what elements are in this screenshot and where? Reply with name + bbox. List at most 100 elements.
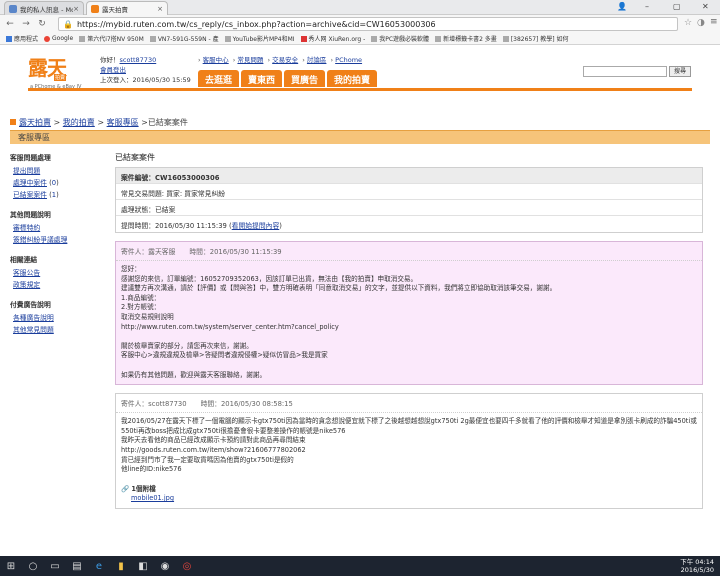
maximize-icon[interactable]: ▢ <box>673 2 681 11</box>
start-icon[interactable]: ⊞ <box>0 556 22 576</box>
attachment-block: 🔗 1個附檔 mobile01.jpg <box>121 484 175 503</box>
browser-tab-mobile01[interactable]: 我的私人訊息 - Mobile01 × <box>4 1 84 15</box>
main-tabs: 去逛逛 賣東西 買廣告 我的拍賣 <box>198 70 379 87</box>
page-icon <box>79 35 86 42</box>
extension-icon[interactable]: ◑ <box>697 18 705 28</box>
sidebar-item-announcements[interactable]: 客服公告 <box>13 269 40 277</box>
bookmark-item[interactable]: Google <box>44 35 73 42</box>
bookmark-item[interactable]: VN7-591G-559N - 產 <box>149 34 219 43</box>
folder-icon[interactable]: ▮ <box>110 556 132 576</box>
user-profile-icon[interactable]: 👤 <box>617 2 627 11</box>
main-panel: 已結案案件 案件編號：CW16053000306 常見交易問題: 買家: 買家常… <box>115 152 705 509</box>
sidebar: 客服問題處理 提出問題 處理中案件 (0) 已結案案件 (1) 其他問題說明 審… <box>10 152 108 336</box>
breadcrumb-service[interactable]: 客服專區 <box>107 118 139 127</box>
page-title: 已結案案件 <box>115 153 155 162</box>
sidebar-item-disputes[interactable]: 簽錯糾紛爭議處理 <box>13 236 67 244</box>
case-status: 處理狀態：已結案 <box>116 200 702 216</box>
case-info-table: 案件編號：CW16053000306 常見交易問題: 買家: 買家常見糾紛 處理… <box>115 167 703 233</box>
close-tab-icon[interactable]: × <box>73 5 79 13</box>
top-link-service[interactable]: 客服中心 <box>203 56 229 64</box>
bookmark-item[interactable]: YouTube影片MP4和MI <box>224 34 295 43</box>
search-button[interactable]: 搜尋 <box>669 66 691 77</box>
bookmark-item[interactable]: 第六代i7搭NV 950M <box>79 34 144 43</box>
breadcrumb-bullet-icon <box>10 119 16 125</box>
close-tab-icon[interactable]: × <box>157 5 163 13</box>
message-body: 我2016/05/27在露天下標了一個電腦的顯示卡gtx750ti因為當時的貪念… <box>121 417 697 503</box>
breadcrumb-my-auction[interactable]: 我的拍賣 <box>63 118 95 127</box>
sidebar-item-ask[interactable]: 提出問題 <box>13 167 40 175</box>
sidebar-group-title: 其他問題說明 <box>10 211 51 219</box>
message-body: 您好： 感謝您的來信，訂單編號：16052709352063，因該訂單已出貨，無… <box>121 265 557 379</box>
apps-icon <box>6 35 12 42</box>
store-icon[interactable]: ◧ <box>132 556 154 576</box>
bookmark-item[interactable]: 新增標籤卡書2 多畫 <box>435 34 497 43</box>
app-icon[interactable]: ◉ <box>154 556 176 576</box>
google-icon <box>44 35 51 42</box>
browser-navbar: ← → ↻ 🔒 https://mybid.ruten.com.tw/cs_re… <box>0 15 720 33</box>
address-bar[interactable]: 🔒 https://mybid.ruten.com.tw/cs_reply/cs… <box>58 17 678 31</box>
bookmark-item[interactable]: 我PC遊戲必裝軟體 <box>371 34 429 43</box>
sidebar-group-title: 相關連結 <box>10 256 38 264</box>
bookmark-item[interactable]: 秀人网 XiuRen.org - <box>300 34 365 43</box>
sidebar-item-processing[interactable]: 處理中案件 <box>13 179 47 187</box>
bookmarks-bar: 應用程式 Google 第六代i7搭NV 950M VN7-591G-559N … <box>0 33 720 45</box>
bookmark-star-icon[interactable]: ☆ <box>684 18 692 28</box>
message-header: 寄件人：露天客服 時間：2016/05/30 11:15:39 <box>116 242 702 261</box>
close-window-icon[interactable]: ✕ <box>702 2 709 11</box>
windows-taskbar: ⊞ ○ ▭ ▤ e ▮ ◧ ◉ ◎ 下午 04:14 2016/5/30 <box>0 556 720 576</box>
secure-lock-icon: 🔒 <box>63 19 73 29</box>
back-icon[interactable]: ← <box>4 19 16 29</box>
search-icon[interactable]: ○ <box>22 556 44 576</box>
sidebar-item-policy[interactable]: 政策規定 <box>13 281 40 289</box>
breadcrumb-root[interactable]: 露天拍賣 <box>19 118 51 127</box>
reload-icon[interactable]: ↻ <box>36 19 48 29</box>
xiuren-icon <box>300 35 307 42</box>
logout-link[interactable]: 會員登出 <box>100 66 126 74</box>
edge-icon[interactable]: e <box>88 556 110 576</box>
top-link-faq[interactable]: 常見問題 <box>237 56 263 64</box>
file-explorer-icon[interactable]: ▤ <box>66 556 88 576</box>
task-view-icon[interactable]: ▭ <box>44 556 66 576</box>
taskbar-clock[interactable]: 下午 04:14 2016/5/30 <box>680 558 714 574</box>
user-info: 你好！scott87730 會員登出 上次登入：2016/05/30 15:59 <box>100 56 191 84</box>
browser-tab-ruten[interactable]: 露天拍賣 × <box>86 1 168 15</box>
tab-sell[interactable]: 賣東西 <box>241 70 283 87</box>
sidebar-item-ads-info[interactable]: 各種廣告說明 <box>13 314 54 322</box>
breadcrumb: 露天拍賣 > 我的拍賣 > 客服專區 >已結案案件 <box>10 117 188 128</box>
top-links: › 客服中心 › 常見問題 › 交易安全 › 討論區 › PChome <box>198 56 363 64</box>
sidebar-item-terms[interactable]: 審標特約 <box>13 224 40 232</box>
message-user: 寄件人：scott87730 時間：2016/05/30 08:58:15 我20… <box>115 393 703 509</box>
sidebar-group-title: 付費廣告說明 <box>10 301 51 309</box>
top-link-pchome[interactable]: PChome <box>335 56 362 64</box>
message-header: 寄件人：scott87730 時間：2016/05/30 08:58:15 <box>116 394 702 414</box>
bookmark-item[interactable]: 應用程式 <box>6 34 38 43</box>
page-icon <box>371 35 378 42</box>
top-link-forum[interactable]: 討論區 <box>307 56 327 64</box>
page-icon <box>149 35 156 42</box>
view-original-link[interactable]: 看開始提問內容 <box>232 222 280 230</box>
forward-icon[interactable]: → <box>20 19 32 29</box>
attachment-link[interactable]: mobile01.jpg <box>131 494 174 502</box>
case-submit-time: 提問時間：2016/05/30 11:15:39 (看開始提問內容) <box>121 222 282 230</box>
chrome-menu-icon[interactable]: ≡ <box>710 17 718 27</box>
message-service-reply: 寄件人：露天客服 時間：2016/05/30 11:15:39 您好： 感謝您的來… <box>115 241 703 386</box>
username-link[interactable]: scott87730 <box>120 56 157 64</box>
top-link-safety[interactable]: 交易安全 <box>272 56 298 64</box>
ruten-logo[interactable]: 露天 拍賣 a PChome & eBay JV <box>28 52 81 92</box>
search-input[interactable] <box>583 66 667 77</box>
sidebar-item-other-faq[interactable]: 其他常見問題 <box>13 326 54 334</box>
minimize-icon[interactable]: – <box>645 2 649 11</box>
sidebar-item-closed[interactable]: 已結案案件 <box>13 191 47 199</box>
page-icon <box>435 35 442 42</box>
tab-my-auction[interactable]: 我的拍賣 <box>327 70 378 87</box>
bookmark-item[interactable]: [382657] 教學] 如何 <box>502 34 569 43</box>
tab-browse[interactable]: 去逛逛 <box>198 70 240 87</box>
page-icon <box>224 35 231 42</box>
tab-ads[interactable]: 買廣告 <box>284 70 326 87</box>
paperclip-icon: 🔗 <box>121 484 130 493</box>
count-processing: 0 <box>51 179 57 187</box>
last-login: 上次登入：2016/05/30 15:59 <box>100 76 191 84</box>
sidebar-group-title: 客服問題處理 <box>10 154 51 162</box>
header-divider <box>28 88 692 91</box>
chrome-icon[interactable]: ◎ <box>176 556 198 576</box>
